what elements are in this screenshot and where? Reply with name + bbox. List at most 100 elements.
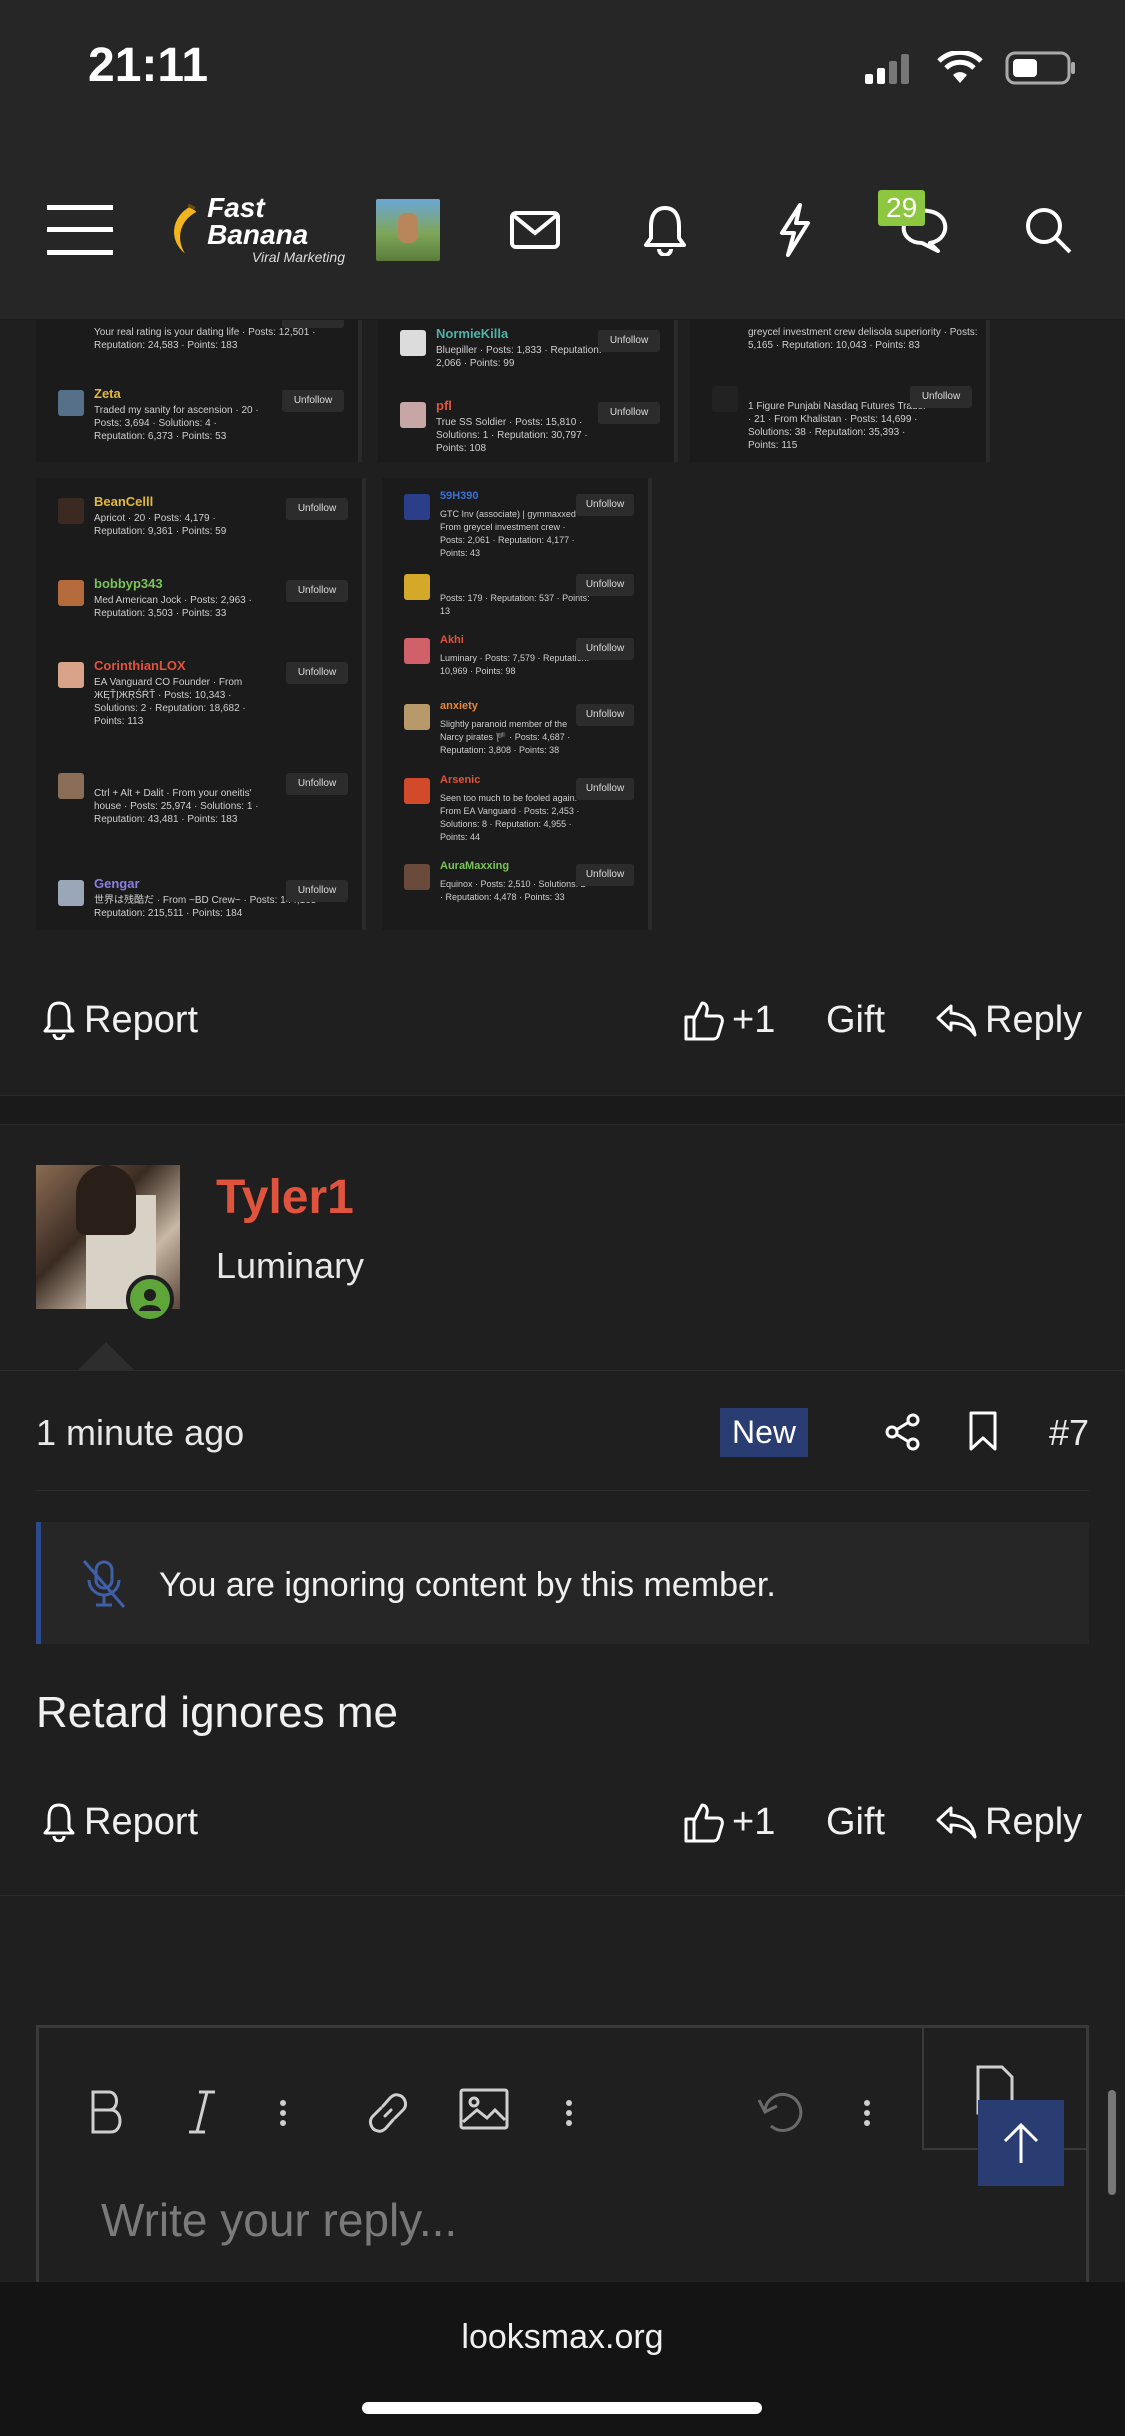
unfollow-button: Unfollow	[576, 864, 634, 886]
user-avatar-button[interactable]	[375, 140, 441, 320]
meta-separator	[36, 1490, 1089, 1491]
user-block-caret	[78, 1342, 134, 1370]
avatar	[404, 778, 430, 804]
link-icon	[369, 2093, 407, 2133]
member-name: Arsenic	[440, 774, 481, 786]
cellular-signal-icon	[865, 54, 909, 84]
unfollow-button: Unfollow	[910, 386, 972, 408]
member-name: 59H390	[440, 490, 479, 502]
unfollow-button: Unfollow	[282, 390, 344, 412]
brand-name: Fast Banana	[207, 192, 309, 250]
muted-microphone-icon	[82, 1560, 126, 1608]
like-button[interactable]: +1	[682, 1777, 775, 1867]
report-button[interactable]: Report	[42, 1777, 198, 1867]
member-info: Apricot · 20 · Posts: 4,179 · Reputation…	[94, 513, 227, 537]
url-label[interactable]: looksmax.org	[0, 2318, 1125, 2357]
list-item: CorinthianLOX EA Vanguard CO Founder · F…	[36, 652, 362, 752]
reply-input[interactable]: Write your reply...	[101, 2193, 457, 2247]
ignore-notice[interactable]: You are ignoring content by this member.	[36, 1522, 1089, 1644]
avatar	[404, 638, 430, 664]
page-scrollbar[interactable]	[1108, 2090, 1116, 2195]
share-icon[interactable]	[884, 1412, 922, 1452]
following-panel-1: Your real rating is your dating life · P…	[36, 320, 362, 462]
following-panel-5: 59H390 GTC Inv (associate) | gymmaxxed ·…	[382, 478, 652, 930]
bold-icon	[91, 2090, 122, 2134]
avatar	[404, 494, 430, 520]
gift-button[interactable]: Gift	[826, 975, 885, 1065]
bell-icon	[644, 206, 686, 256]
member-info: greycel investment crew delisola superio…	[748, 327, 978, 351]
report-button[interactable]: Report	[42, 975, 198, 1065]
member-name: NormieKilla	[436, 326, 509, 341]
avatar	[376, 199, 440, 261]
more-options-button[interactable]	[863, 2100, 871, 2126]
post-meta: 1 minute ago #7	[36, 1400, 1089, 1460]
member-info: Equinox · Posts: 2,510 · Solutions: 2 · …	[440, 879, 586, 902]
member-name: AuraMaxxing	[440, 860, 510, 872]
gift-label: Gift	[826, 998, 886, 1041]
list-item: 1 Figure Punjabi Nasdaq Futures Trader ·…	[690, 376, 986, 456]
italic-button[interactable]	[187, 2088, 217, 2136]
like-button[interactable]: +1	[682, 975, 775, 1065]
whats-new-button[interactable]	[775, 140, 815, 320]
avatar	[404, 574, 430, 600]
reply-label: Reply	[985, 998, 1083, 1041]
undo-button[interactable]	[755, 2088, 805, 2138]
list-item: NormieKilla Bluepiller · Posts: 1,833 · …	[378, 320, 674, 400]
unfollow-button: Unfollow	[286, 498, 348, 520]
gift-button[interactable]: Gift	[826, 1777, 885, 1867]
menu-button[interactable]	[40, 140, 120, 320]
list-item: bobbyp343 Med American Jock · Posts: 2,9…	[36, 570, 362, 650]
unfollow-button: Unfollow	[286, 580, 348, 602]
avatar	[58, 498, 84, 524]
more-formatting-button[interactable]	[279, 2100, 287, 2126]
list-item: 59H390 GTC Inv (associate) | gymmaxxed ·…	[382, 484, 648, 564]
site-logo[interactable]: Fast Banana Viral Marketing	[165, 140, 345, 320]
bold-button[interactable]	[87, 2088, 127, 2136]
italic-icon	[189, 2090, 215, 2134]
list-item: Ctrl + Alt + Dalit · From your oneitis' …	[36, 763, 362, 863]
avatar	[58, 662, 84, 688]
member-info: Ctrl + Alt + Dalit · From your oneitis' …	[94, 788, 259, 825]
member-name: Akhi	[440, 634, 464, 646]
header-separator	[0, 1370, 1125, 1371]
member-name: pfl	[436, 398, 452, 413]
inbox-button[interactable]	[505, 140, 565, 320]
home-indicator[interactable]	[362, 2402, 762, 2414]
ignore-notice-text: You are ignoring content by this member.	[159, 1566, 776, 1604]
list-item: AuraMaxxing Equinox · Posts: 2,510 · Sol…	[382, 854, 648, 930]
vertical-dots-icon	[864, 2100, 870, 2126]
list-item: pfl True SS Soldier · Posts: 15,810 · So…	[378, 392, 674, 462]
scroll-to-top-button[interactable]	[978, 2100, 1064, 2186]
member-info: EA Vanguard CO Founder · From ЖĘŤĮЖŖŚŔŤ …	[94, 677, 246, 727]
undo-icon	[757, 2092, 803, 2132]
unfollow-button: Unfollow	[286, 773, 348, 795]
bookmark-icon[interactable]	[968, 1410, 998, 1452]
avatar	[400, 402, 426, 428]
member-info: GTC Inv (associate) | gymmaxxed · From g…	[440, 509, 582, 558]
post-body: Retard ignores me	[36, 1688, 398, 1737]
avatar	[58, 773, 84, 799]
user-title: Luminary	[216, 1245, 365, 1286]
post-time[interactable]: 1 minute ago	[36, 1412, 244, 1454]
insert-link-button[interactable]	[363, 2088, 413, 2138]
reply-button[interactable]: Reply	[935, 975, 1082, 1065]
conversations-button[interactable]	[885, 140, 955, 320]
reply-arrow-icon	[936, 1004, 977, 1037]
avatar	[712, 386, 738, 412]
top-nav: Fast Banana Viral Marketing	[0, 140, 1125, 320]
search-button[interactable]	[1020, 140, 1076, 320]
banana-logo-icon	[174, 203, 197, 254]
avatar	[404, 864, 430, 890]
post-number[interactable]: #7	[1049, 1412, 1089, 1454]
member-info: Posts: 179 · Reputation: 537 · Points: 1…	[440, 593, 590, 616]
alerts-button[interactable]	[640, 140, 690, 320]
unfollow-button: Unfollow	[576, 574, 634, 596]
insert-image-button[interactable]	[459, 2088, 509, 2130]
reply-label: Reply	[985, 1800, 1083, 1843]
post-username[interactable]: Tyler1	[216, 1170, 354, 1225]
member-info: 1 Figure Punjabi Nasdaq Futures Trader ·…	[748, 401, 927, 451]
more-insert-button[interactable]	[565, 2100, 573, 2126]
reply-button[interactable]: Reply	[935, 1777, 1082, 1867]
list-item: BeanCelll Apricot · 20 · Posts: 4,179 · …	[36, 488, 362, 568]
